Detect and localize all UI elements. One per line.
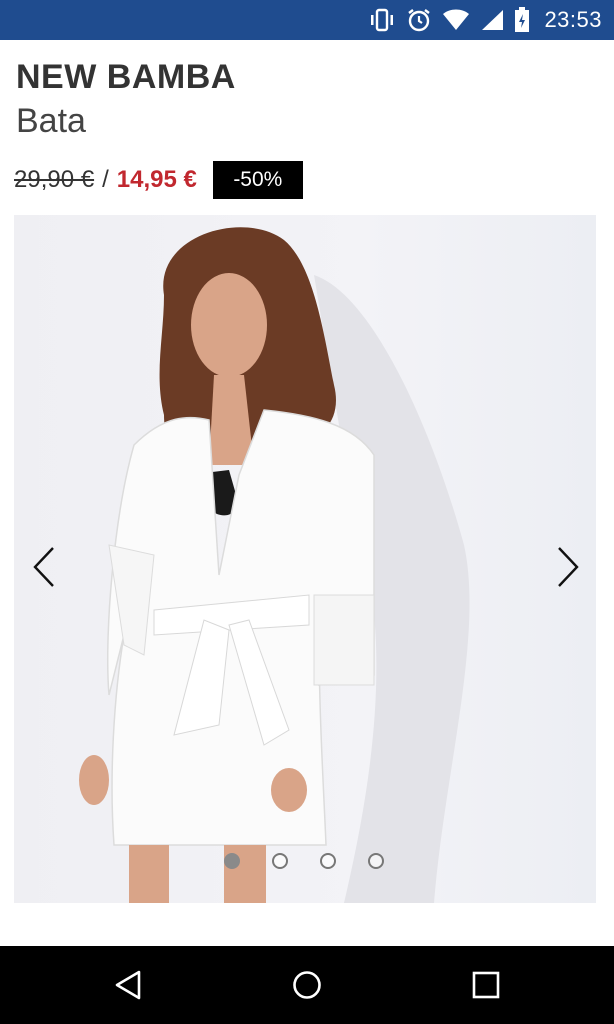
carousel-dot[interactable] (224, 853, 240, 869)
carousel-dots (224, 853, 384, 869)
system-navigation-bar (0, 946, 614, 1024)
product-brand: NEW BAMBA (16, 58, 236, 96)
product-subtitle: Bata (16, 102, 86, 140)
signal-icon (480, 9, 504, 31)
price-separator: / (102, 166, 109, 193)
home-button[interactable] (287, 965, 327, 1005)
recents-icon (472, 971, 500, 999)
wifi-icon (442, 9, 470, 31)
battery-charging-icon (514, 7, 530, 33)
home-icon (293, 971, 321, 999)
back-icon (115, 970, 141, 1000)
carousel-dot[interactable] (368, 853, 384, 869)
chevron-right-icon (558, 547, 579, 587)
chevron-left-icon (33, 547, 54, 587)
status-time: 23:53 (544, 7, 602, 32)
alarm-icon (406, 7, 432, 33)
status-bar: 23:53 (0, 0, 614, 40)
back-button[interactable] (108, 965, 148, 1005)
recents-button[interactable] (466, 965, 506, 1005)
carousel-dot[interactable] (320, 853, 336, 869)
price-row: 29,90 € / 14,95 € -50% (14, 160, 303, 200)
product-photo (79, 227, 470, 903)
old-price: 29,90 € (14, 166, 95, 193)
status-icons: 23:53 (368, 0, 602, 40)
carousel-dot[interactable] (272, 853, 288, 869)
vibrate-icon (368, 8, 396, 32)
carousel-prev-button[interactable] (24, 545, 64, 589)
carousel-next-button[interactable] (548, 545, 588, 589)
product-image-carousel[interactable] (14, 215, 596, 903)
discount-badge: -50% (212, 161, 303, 199)
sale-price: 14,95 € (116, 166, 197, 193)
